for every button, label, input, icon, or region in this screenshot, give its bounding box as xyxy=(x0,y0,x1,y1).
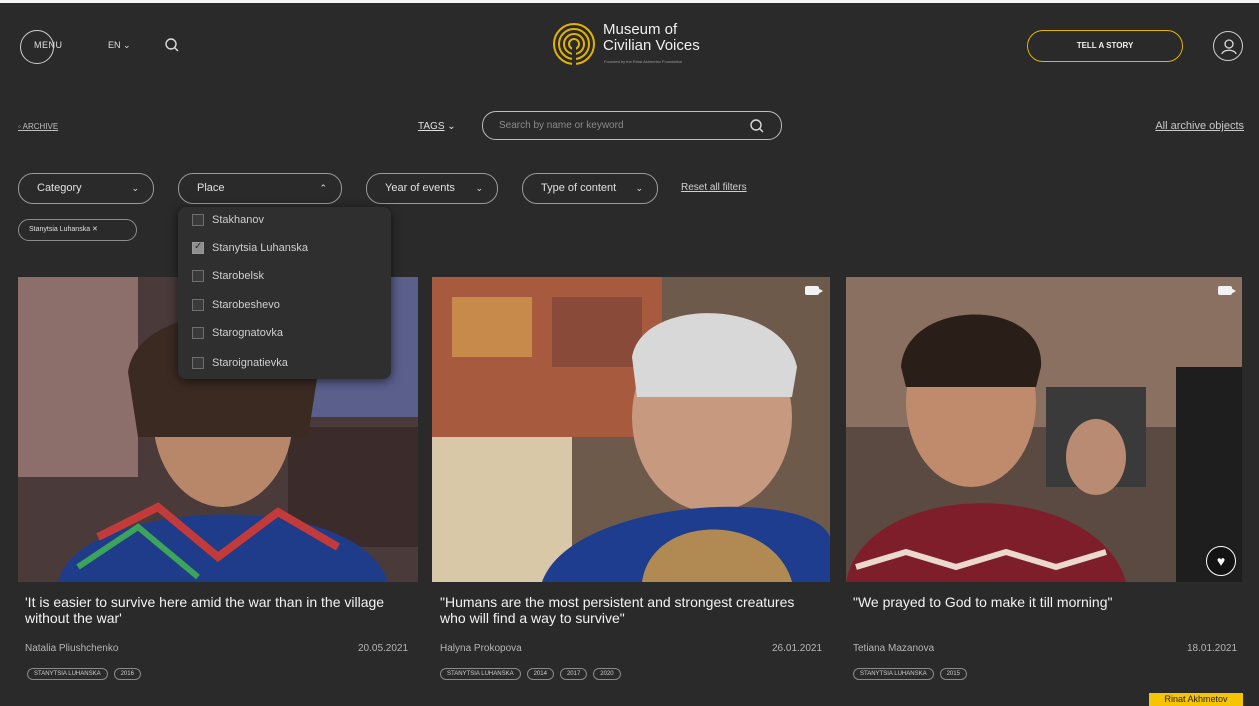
checkbox-icon[interactable] xyxy=(192,270,204,282)
story-author: Natalia Pliushchenko xyxy=(25,643,119,654)
checkbox-icon[interactable] xyxy=(192,299,204,311)
tag-chip[interactable]: STANYTSIA LUHANSKA xyxy=(440,668,521,680)
account-button[interactable] xyxy=(1213,31,1243,61)
tag-chip[interactable]: 2014 xyxy=(526,668,554,680)
video-icon xyxy=(1218,286,1236,295)
story-title[interactable]: "We prayed to God to make it till mornin… xyxy=(853,594,1233,610)
story-date: 26.01.2021 xyxy=(772,643,823,654)
tag-chip[interactable]: STANYTSIA LUHANSKA xyxy=(853,668,934,680)
story-title[interactable]: "Humans are the most persistent and stro… xyxy=(440,594,820,626)
place-option-label: Stanytsia Luhanska xyxy=(212,242,309,254)
fingerprint-logo-icon[interactable] xyxy=(552,22,596,66)
category-filter-label: Category xyxy=(37,182,82,194)
category-filter[interactable]: Category ⌄ xyxy=(18,173,154,204)
year-filter[interactable]: Year of events ⌄ xyxy=(366,173,498,204)
place-option-label: Staroignatievka xyxy=(212,357,288,369)
signature-badge: Rinat Akhmetov xyxy=(1149,693,1243,706)
year-filter-label: Year of events xyxy=(385,182,455,194)
place-option[interactable]: Starobeshevo xyxy=(192,297,280,313)
tags-label: TAGS xyxy=(418,121,445,132)
place-filter-label: Place xyxy=(197,182,225,194)
place-option-label: Stakhanov xyxy=(212,214,264,226)
reset-filters-link[interactable]: Reset all filters xyxy=(681,182,747,193)
active-filter-chip[interactable]: Stanytsia Luhanska ✕ xyxy=(18,219,137,241)
breadcrumb-label: ARCHIVE xyxy=(22,122,59,131)
search-placeholder: Search by name or keyword xyxy=(499,120,624,131)
user-icon xyxy=(1221,39,1237,55)
tag-chip[interactable]: 2020 xyxy=(593,668,621,680)
story-author: Tetiana Mazanova xyxy=(853,643,935,654)
content-type-filter[interactable]: Type of content ⌄ xyxy=(522,173,658,204)
search-input[interactable]: Search by name or keyword xyxy=(482,111,782,140)
place-option[interactable]: Starognatovka xyxy=(192,325,283,341)
checkbox-icon[interactable] xyxy=(192,327,204,339)
tag-chip[interactable]: STANYTSIA LUHANSKA xyxy=(27,668,108,680)
story-author: Halyna Prokopova xyxy=(440,643,522,654)
site-title[interactable]: Museum of Civilian Voices xyxy=(603,22,700,54)
story-photo-2[interactable] xyxy=(432,277,830,582)
tag-chip[interactable]: 2016 xyxy=(113,668,141,680)
video-icon xyxy=(805,286,823,295)
breadcrumb-archive[interactable]: ◦ ARCHIVE xyxy=(18,122,58,131)
story-tags: STANYTSIA LUHANSKA 2016 xyxy=(27,668,141,680)
language-label: EN xyxy=(108,40,121,50)
place-option[interactable]: Starobelsk xyxy=(192,268,264,284)
tags-dropdown[interactable]: TAGS ⌄ xyxy=(418,121,456,132)
story-title[interactable]: 'It is easier to survive here amid the w… xyxy=(25,594,405,626)
tell-a-story-button[interactable]: TELL A STORY xyxy=(1027,30,1183,62)
checkbox-icon[interactable] xyxy=(192,214,204,226)
chevron-down-icon: ⌄ xyxy=(635,183,643,193)
tag-chip[interactable]: 2015 xyxy=(939,668,967,680)
site-subtitle: Founded by the Rinat Akhmetov Foundation xyxy=(604,59,683,64)
chevron-up-icon: ⌃ xyxy=(319,183,327,193)
content-type-filter-label: Type of content xyxy=(541,182,617,194)
checkbox-icon[interactable] xyxy=(192,357,204,369)
story-photo-3[interactable] xyxy=(846,277,1242,582)
place-dropdown-menu: Stakhanov Stanytsia Luhanska Starobelsk … xyxy=(178,207,391,379)
search-icon[interactable] xyxy=(749,118,765,134)
language-selector[interactable]: EN ⌄ xyxy=(108,40,131,51)
site-title-line1: Museum of xyxy=(603,21,678,38)
search-icon[interactable] xyxy=(164,37,180,53)
story-tags: STANYTSIA LUHANSKA 2014 2017 2020 xyxy=(440,668,621,680)
story-tags: STANYTSIA LUHANSKA 2015 xyxy=(853,668,967,680)
tag-chip[interactable]: 2017 xyxy=(559,668,588,680)
place-option-label: Starobeshevo xyxy=(212,299,280,311)
story-date: 20.05.2021 xyxy=(358,643,409,654)
place-option-label: Starobelsk xyxy=(212,270,264,282)
chevron-down-icon: ⌄ xyxy=(131,183,139,193)
checkbox-checked-icon[interactable] xyxy=(192,241,204,254)
place-filter[interactable]: Place ⌃ xyxy=(178,173,342,204)
site-title-line2: Civilian Voices xyxy=(603,37,700,54)
favorite-heart-icon[interactable]: ♥ xyxy=(1206,546,1236,576)
all-archive-objects-link[interactable]: All archive objects xyxy=(1155,120,1244,132)
menu-label[interactable]: MENU xyxy=(34,40,63,50)
place-option[interactable]: Stakhanov xyxy=(192,212,264,228)
story-date: 18.01.2021 xyxy=(1187,643,1238,654)
chevron-down-icon: ⌄ xyxy=(475,183,483,193)
place-option-label: Starognatovka xyxy=(212,327,283,339)
place-option[interactable]: Stanytsia Luhanska xyxy=(192,240,308,256)
top-border xyxy=(0,0,1259,3)
place-option[interactable]: Staroignatievka xyxy=(192,355,288,371)
